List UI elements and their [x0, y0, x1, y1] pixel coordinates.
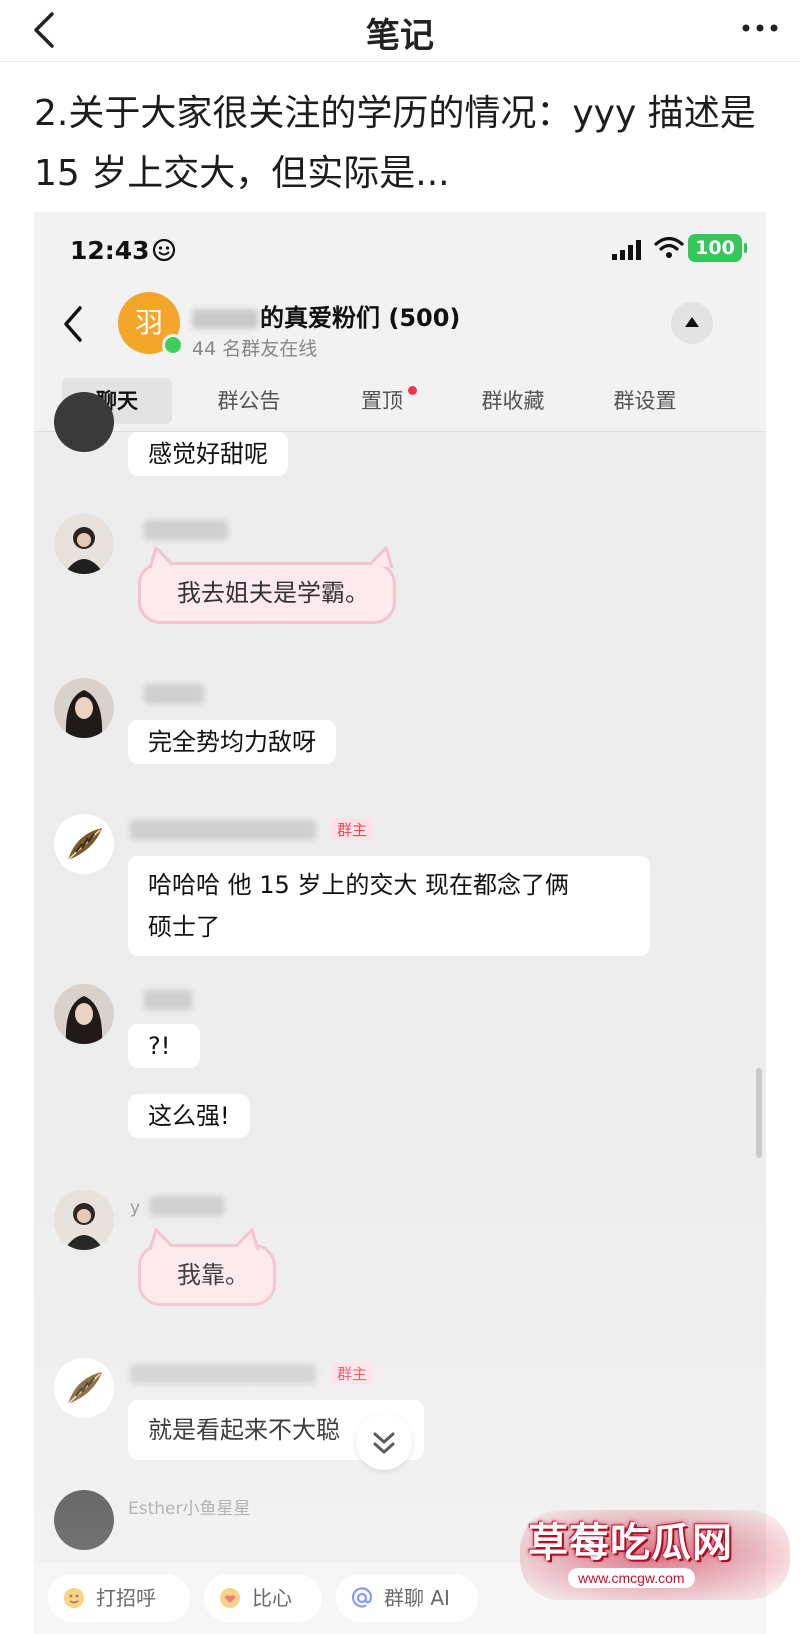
avatar[interactable] [54, 392, 114, 452]
message-bubble: 我靠。 [138, 1244, 276, 1306]
message-bubble: 这么强! [128, 1094, 250, 1138]
watermark-text: 草莓吃瓜网 [528, 1520, 733, 1566]
chevron-down-icon [373, 1432, 395, 1455]
wave-icon [64, 1588, 84, 1608]
redacted-nick [130, 1364, 316, 1384]
watermark: 草莓吃瓜网 www.cmcgw.com [520, 1510, 790, 1620]
chat-back-icon[interactable] [58, 302, 88, 346]
message-bubble: ?! [128, 1024, 200, 1068]
scrollbar[interactable] [756, 1068, 762, 1158]
nickname: Esther小鱼星星 [128, 1499, 251, 1519]
greet-button[interactable]: 打招呼 [48, 1574, 190, 1622]
message-line: 哈哈哈 他 15 岁上的交大 现在都念了俩 [148, 871, 570, 899]
redacted-nick [144, 520, 228, 540]
page-title: 笔记 [366, 16, 434, 56]
feather-icon [54, 1358, 114, 1418]
online-dot [162, 334, 184, 356]
cat-ear-icon [368, 546, 394, 568]
pinned-badge [408, 386, 417, 395]
group-name-text: 的真爱粉们 (500) [260, 304, 461, 332]
tab-announcement[interactable]: 群公告 [194, 378, 304, 424]
caret-up-icon [685, 317, 699, 327]
user-photo-icon [54, 514, 114, 574]
cat-ear-icon [148, 1228, 174, 1250]
redacted-nick [144, 684, 204, 704]
avatar[interactable] [54, 514, 114, 574]
nickname: y [130, 1198, 141, 1218]
avatar[interactable] [54, 1190, 114, 1250]
chat-area: 感觉好甜呢 我去姐夫是学霸。 完全势均力敌呀 群主 哈哈哈 他 15 岁上的交大… [34, 392, 766, 1550]
avatar[interactable] [54, 1358, 114, 1418]
wifi-icon [654, 236, 684, 258]
greet-label: 打招呼 [96, 1586, 156, 1610]
more-icon[interactable] [740, 18, 780, 38]
feather-icon [54, 814, 114, 874]
cat-ear-icon [148, 546, 174, 568]
signal-icon [612, 240, 641, 260]
tab-bar: 聊天 群公告 置顶 群收藏 群设置 [34, 378, 766, 424]
heart-gesture-label: 比心 [252, 1586, 292, 1610]
group-ai-label: 群聊 AI [384, 1586, 450, 1610]
avatar[interactable] [54, 814, 114, 874]
chat-screenshot: 12:43 100 羽 的真爱粉们 (500) 44 名群友在线 聊天 群公告 … [34, 212, 766, 1634]
tab-pinned[interactable]: 置顶 [327, 378, 437, 424]
heart-hand-icon [220, 1588, 240, 1608]
message-line: 硕士了 [148, 913, 220, 941]
status-time: 12:43 [70, 236, 150, 265]
status-bar: 12:43 100 [34, 212, 766, 282]
note-body: 2.关于大家很关注的学历的情况：yyy 描述是 15 岁上交大，但实际是... [34, 93, 756, 194]
online-count: 44 名群友在线 [192, 338, 318, 360]
owner-tag: 群主 [330, 1362, 375, 1385]
message-bubble: 感觉好甜呢 [128, 432, 288, 476]
smiley-icon [152, 238, 176, 262]
message-bubble: 完全势均力敌呀 [128, 720, 336, 764]
chat-header: 羽 的真爱粉们 (500) 44 名群友在线 聊天 群公告 置顶 群收藏 群设置 [34, 282, 766, 432]
scroll-down-button[interactable] [356, 1414, 412, 1470]
avatar[interactable] [54, 678, 114, 738]
cat-ear-icon [234, 1228, 260, 1250]
redacted-name [192, 309, 258, 329]
message-bubble: 我去姐夫是学霸。 [138, 562, 396, 624]
watermark-url: www.cmcgw.com [568, 1568, 695, 1588]
at-sign-icon [351, 1587, 373, 1608]
user-photo-icon [54, 1190, 114, 1250]
redacted-nick [150, 1196, 224, 1216]
redacted-nick [144, 990, 192, 1010]
note-header: 笔记 [0, 0, 800, 62]
avatar[interactable] [54, 1490, 114, 1550]
group-name[interactable]: 的真爱粉们 (500) [192, 298, 460, 333]
message-bubble: 哈哈哈 他 15 岁上的交大 现在都念了俩 硕士了 [128, 856, 650, 956]
tab-favorites[interactable]: 群收藏 [458, 378, 568, 424]
avatar[interactable] [54, 984, 114, 1044]
tab-settings[interactable]: 群设置 [590, 378, 700, 424]
collapse-button[interactable] [671, 302, 713, 344]
group-ai-button[interactable]: 群聊 AI [336, 1574, 478, 1622]
battery-indicator: 100 [688, 234, 747, 262]
heart-gesture-button[interactable]: 比心 [204, 1574, 322, 1622]
user-photo-icon [54, 678, 114, 738]
owner-tag: 群主 [330, 818, 375, 841]
user-photo-icon [54, 984, 114, 1044]
redacted-nick [130, 820, 316, 840]
